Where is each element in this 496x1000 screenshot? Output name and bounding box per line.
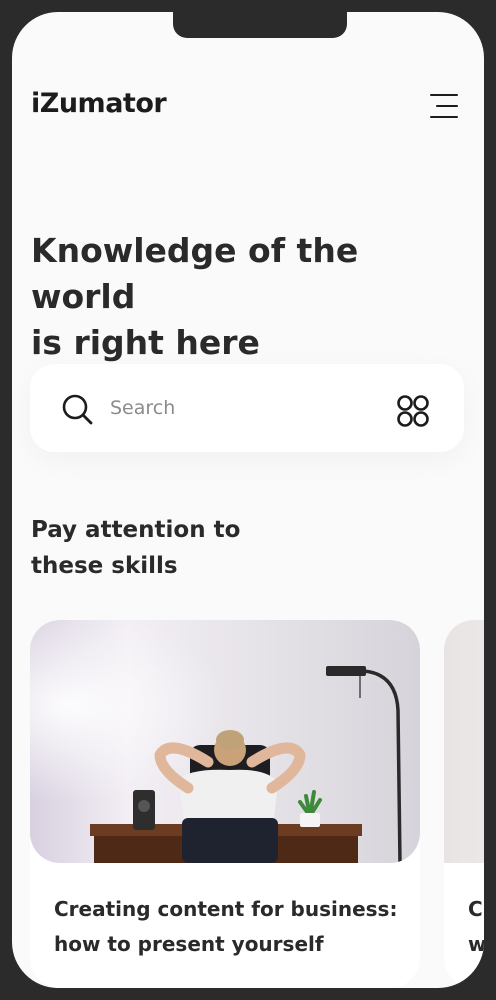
card-title-next-line-1: C [468, 897, 483, 921]
brand-logo[interactable]: iZumator [31, 88, 167, 119]
hero-line-1: Knowledge of the world [31, 231, 359, 316]
search-icon[interactable] [60, 392, 94, 426]
card-image [30, 620, 420, 863]
section-title-line-2: these skills [31, 553, 178, 579]
hero-line-2: is right here [31, 323, 260, 362]
hero-heading: Knowledge of the world is right here [31, 228, 461, 366]
section-title-line-1: Pay attention to [31, 517, 241, 543]
card-title-next-line-2: w [468, 932, 484, 956]
section-title: Pay attention to these skills [31, 512, 291, 584]
search-input[interactable] [110, 392, 370, 424]
search-bar [30, 364, 464, 452]
course-card-next[interactable]: C w [444, 620, 484, 988]
screen: iZumator Knowledge of the world is right… [12, 12, 484, 988]
phone-frame: iZumator Knowledge of the world is right… [0, 0, 496, 1000]
card-title-next: C w [468, 892, 484, 962]
menu-icon-bar-middle [436, 105, 458, 108]
grid-icon[interactable] [396, 394, 430, 428]
menu-icon-bar-top [430, 94, 458, 97]
card-image-next [444, 620, 484, 863]
office-photo [30, 620, 420, 863]
notch [173, 12, 347, 38]
card-title-line-2: how to present yourself [54, 932, 324, 956]
course-card[interactable]: Creating content for business: how to pr… [30, 620, 420, 988]
card-title: Creating content for business: how to pr… [54, 892, 414, 962]
menu-button[interactable] [426, 92, 460, 122]
menu-icon-bar-bottom [430, 116, 458, 119]
card-title-line-1: Creating content for business: [54, 897, 398, 921]
